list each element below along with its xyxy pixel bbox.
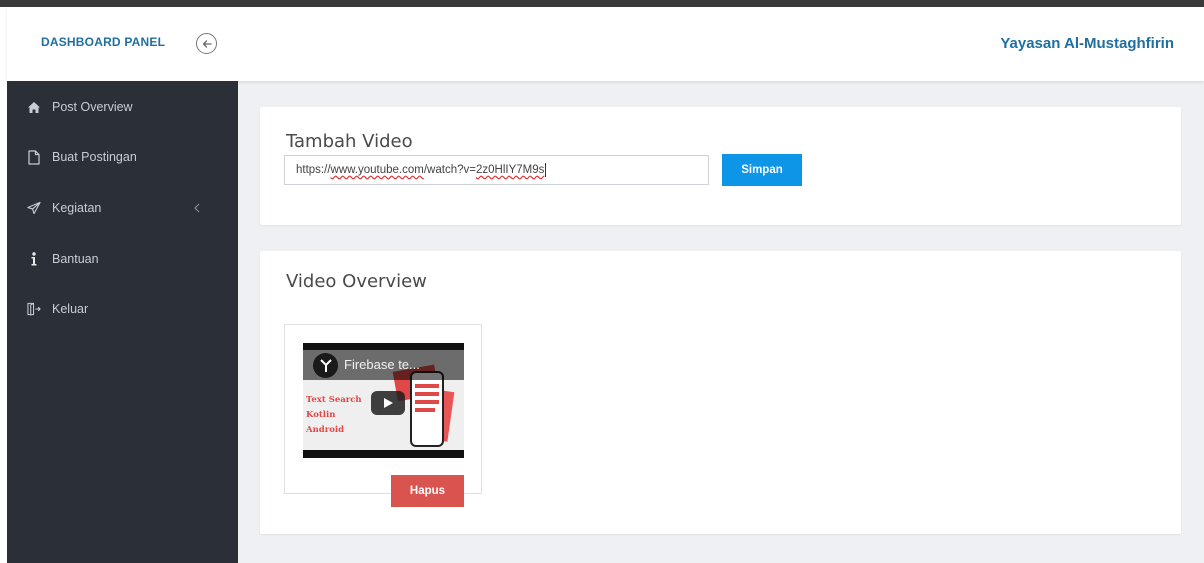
home-icon [27, 100, 41, 114]
sidebar: Post Overview Buat Postingan Kegiatan Ba… [7, 81, 238, 563]
video-url-input[interactable]: https://www.youtube.com/watch?v= 2z0HlIY7… [284, 155, 709, 185]
sidebar-item-label: Keluar [52, 302, 89, 316]
organization-name: Yayasan Al-Mustaghfirin [1000, 35, 1174, 52]
sidebar-item-bantuan[interactable]: Bantuan [7, 239, 238, 279]
info-icon [27, 252, 41, 266]
card-title: Tambah Video [286, 131, 413, 152]
play-icon [384, 398, 393, 408]
thumbnail-title: Firebase te... [344, 357, 420, 372]
url-host: www.youtube.com [330, 164, 424, 176]
channel-logo [313, 353, 338, 378]
text-cursor [545, 163, 547, 177]
thumbnail-caption-line: Kotlin [306, 410, 336, 420]
window-top-strip [0, 0, 1204, 7]
chevron-left-icon [194, 202, 204, 214]
sidebar-item-keluar[interactable]: Keluar [7, 289, 238, 329]
url-id: 2z0HlIY7M9s [475, 164, 545, 176]
thumbnail-caption-line: Android [306, 425, 345, 435]
video-item: Firebase te... Text Search Kotlin Androi… [284, 324, 482, 507]
left-edge [0, 7, 7, 563]
save-button[interactable]: Simpan [722, 154, 802, 186]
sidebar-item-post-overview[interactable]: Post Overview [7, 87, 238, 127]
app-frame: DASHBOARD PANEL Yayasan Al-Mustaghfirin … [0, 0, 1204, 563]
play-button[interactable] [371, 391, 405, 415]
sidebar-item-kegiatan[interactable]: Kegiatan [7, 188, 238, 228]
sidebar-item-label: Buat Postingan [52, 150, 137, 164]
video-thumbnail[interactable]: Firebase te... Text Search Kotlin Androi… [303, 343, 464, 458]
sign-out-icon [27, 302, 41, 316]
brand-title[interactable]: DASHBOARD PANEL [41, 35, 165, 49]
thumbnail-caption-line: Text Search [306, 395, 362, 405]
add-video-card: Tambah Video https://www.youtube.com/wat… [260, 107, 1181, 225]
file-icon [27, 149, 41, 165]
sidebar-item-buat-postingan[interactable]: Buat Postingan [7, 137, 238, 177]
paper-plane-icon [27, 201, 41, 215]
thumbnail-caption: Text Search Kotlin Android [306, 393, 362, 438]
url-path: /watch?v= [423, 164, 476, 176]
sidebar-item-label: Kegiatan [52, 201, 102, 215]
video-overview-card: Video Overview Firebase te... Text Searc… [260, 251, 1181, 534]
sidebar-toggle-button[interactable] [196, 33, 217, 54]
top-navbar: DASHBOARD PANEL Yayasan Al-Mustaghfirin [7, 7, 1204, 81]
arrow-left-circle-icon [202, 39, 212, 48]
sidebar-item-label: Bantuan [52, 252, 99, 266]
card-title: Video Overview [286, 271, 427, 292]
url-prefix: https:// [296, 164, 331, 176]
sidebar-item-label: Post Overview [52, 100, 133, 114]
delete-button[interactable]: Hapus [391, 475, 464, 507]
channel-logo-icon [319, 358, 332, 372]
